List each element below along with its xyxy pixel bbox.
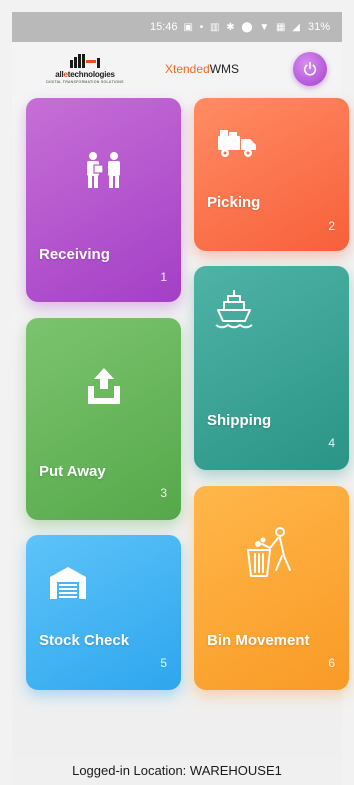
ship-icon: [214, 288, 258, 330]
app-brand-title: XtendedWMS: [165, 62, 240, 76]
status-time: 15:46: [149, 21, 178, 33]
status-icons: ▣ • ▥ ✱ ⬤ ▼ ▦ ◢: [183, 21, 302, 33]
stock-check-number: 5: [160, 656, 167, 670]
status-bar: 15:46 ▣ • ▥ ✱ ⬤ ▼ ▦ ◢ 31%: [12, 12, 342, 42]
shipping-tile[interactable]: Shipping 4: [194, 266, 349, 470]
power-icon: [303, 61, 317, 76]
battery-level: 31%: [307, 21, 330, 33]
app-header: alletechnologies DIGITAL TRANSFORMATION …: [12, 42, 342, 96]
logo-text: alletechnologies: [55, 70, 115, 79]
picking-number: 2: [328, 219, 335, 233]
putaway-tile[interactable]: Put Away 3: [26, 318, 181, 520]
putaway-label: Put Away: [39, 463, 106, 480]
company-logo: alletechnologies DIGITAL TRANSFORMATION …: [42, 52, 128, 86]
picking-tile[interactable]: Picking 2: [194, 98, 349, 251]
trash-icon: [244, 526, 298, 588]
dashboard-grid: Receiving 1 Picking 2 Put Away 3 Shippin…: [12, 96, 349, 756]
logged-in-location: Logged-in Location: WAREHOUSE1: [12, 756, 342, 785]
truck-icon: [216, 128, 258, 160]
bin-movement-number: 6: [328, 656, 335, 670]
bin-movement-tile[interactable]: Bin Movement 6: [194, 486, 349, 690]
stock-check-label: Stock Check: [39, 632, 130, 649]
receiving-icon: [82, 148, 126, 192]
shipping-label: Shipping: [207, 412, 272, 429]
logo-mark-icon: [70, 54, 100, 68]
receiving-tile[interactable]: Receiving 1: [26, 98, 181, 302]
stock-check-tile[interactable]: Stock Check 5: [26, 535, 181, 690]
receiving-label: Receiving: [39, 246, 110, 263]
upload-icon: [84, 366, 124, 408]
receiving-number: 1: [160, 270, 167, 284]
bin-movement-label: Bin Movement: [207, 632, 310, 649]
putaway-number: 3: [160, 486, 167, 500]
power-button[interactable]: [293, 52, 327, 86]
warehouse-icon: [48, 565, 88, 601]
shipping-number: 4: [328, 436, 335, 450]
picking-label: Picking: [207, 194, 261, 211]
logo-subtitle: DIGITAL TRANSFORMATION SOLUTIONS: [46, 80, 124, 84]
